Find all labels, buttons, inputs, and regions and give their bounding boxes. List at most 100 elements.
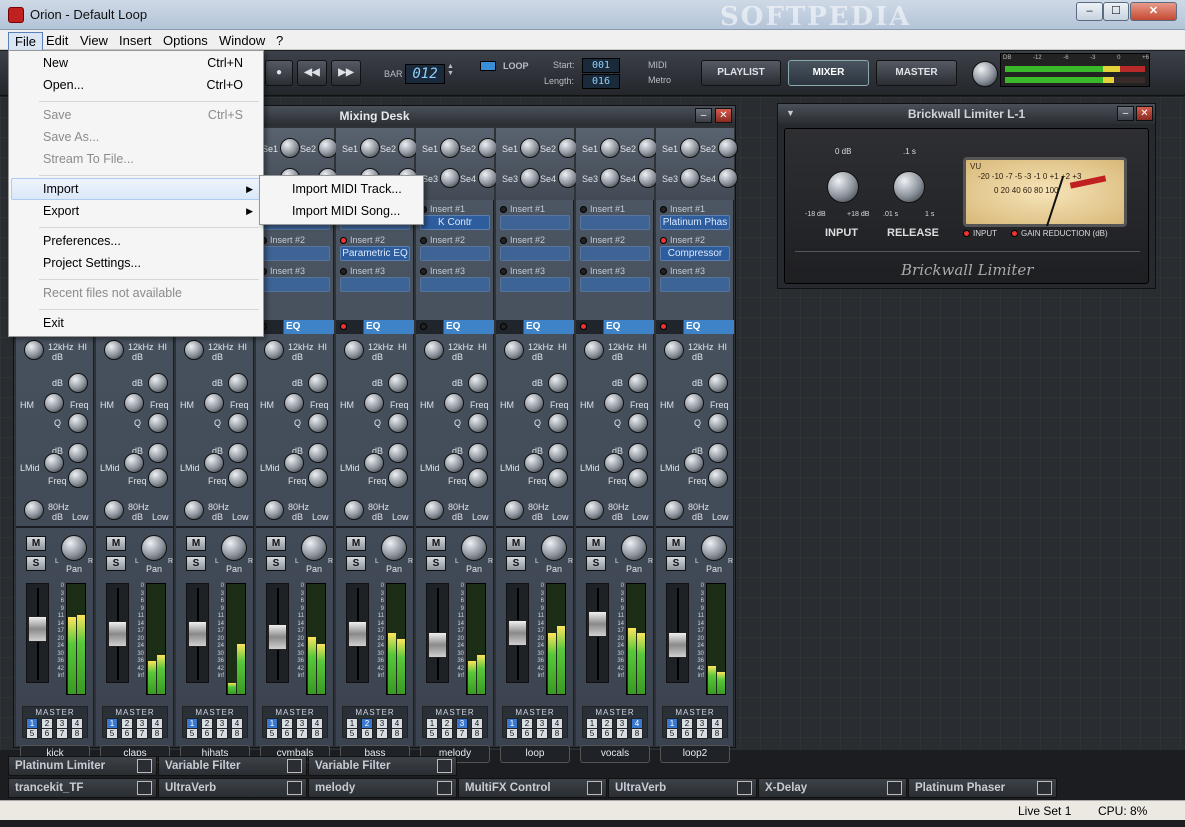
menu-options[interactable]: Options xyxy=(157,32,214,49)
route-button[interactable]: 7 xyxy=(136,728,148,739)
eq-lmid-gain-knob[interactable] xyxy=(388,443,408,463)
solo-button[interactable]: S xyxy=(266,556,286,571)
plugin-tab[interactable]: Variable Filter xyxy=(158,756,307,776)
eq-hm-gain-knob[interactable] xyxy=(148,373,168,393)
eq-hm-q-knob[interactable] xyxy=(148,413,168,433)
fader-cap[interactable] xyxy=(268,624,287,650)
route-button[interactable]: 7 xyxy=(216,728,228,739)
route-button[interactable]: 5 xyxy=(346,728,358,739)
plugin-tab[interactable]: Platinum Limiter xyxy=(8,756,157,776)
eq-lmid-gain-knob[interactable] xyxy=(308,443,328,463)
maximize-button[interactable]: ☐ xyxy=(1103,2,1129,21)
volume-fader[interactable] xyxy=(666,583,689,683)
route-button[interactable]: 6 xyxy=(681,728,693,739)
send-knob[interactable] xyxy=(280,138,300,158)
bar-display[interactable]: 012 xyxy=(405,64,445,84)
solo-button[interactable]: S xyxy=(426,556,446,571)
route-button[interactable]: 7 xyxy=(616,728,628,739)
route-button[interactable]: 8 xyxy=(151,728,163,739)
send-knob[interactable] xyxy=(360,138,380,158)
playlist-button[interactable]: PLAYLIST xyxy=(701,60,781,86)
eq-hm-gain-knob[interactable] xyxy=(708,373,728,393)
eq-hm-gain-knob[interactable] xyxy=(228,373,248,393)
send-knob[interactable] xyxy=(718,168,738,188)
minimize-button[interactable]: – xyxy=(1076,2,1103,21)
route-button[interactable]: 5 xyxy=(266,728,278,739)
eq-lmid-gain-knob[interactable] xyxy=(148,443,168,463)
pan-knob[interactable] xyxy=(61,535,87,561)
solo-button[interactable]: S xyxy=(186,556,206,571)
eq-lmid-q-knob[interactable] xyxy=(388,468,408,488)
eq-lmid-freq-knob[interactable] xyxy=(444,453,464,473)
eq-hm-freq-knob[interactable] xyxy=(444,393,464,413)
eq-lmid-freq-knob[interactable] xyxy=(684,453,704,473)
eq-led-icon[interactable] xyxy=(340,323,347,330)
route-button[interactable]: 7 xyxy=(696,728,708,739)
eq-hm-gain-knob[interactable] xyxy=(388,373,408,393)
restore-window-icon[interactable] xyxy=(1037,781,1052,795)
volume-fader[interactable] xyxy=(426,583,449,683)
eq-lmid-gain-knob[interactable] xyxy=(548,443,568,463)
route-button[interactable]: 6 xyxy=(41,728,53,739)
restore-window-icon[interactable] xyxy=(887,781,902,795)
eq-lmid-freq-knob[interactable] xyxy=(124,453,144,473)
insert-slot[interactable] xyxy=(260,246,330,261)
bar-spinner-icon[interactable]: ▲ ▼ xyxy=(447,63,454,77)
pan-knob[interactable] xyxy=(141,535,167,561)
mute-button[interactable]: M xyxy=(586,536,606,551)
menu-help[interactable]: ? xyxy=(270,32,289,49)
mute-button[interactable]: M xyxy=(26,536,46,551)
menu-item-open[interactable]: Open... xyxy=(43,78,84,92)
send-knob[interactable] xyxy=(478,138,498,158)
midi-label[interactable]: MIDI xyxy=(648,60,667,70)
eq-led-icon[interactable] xyxy=(580,323,587,330)
solo-button[interactable]: S xyxy=(106,556,126,571)
eq-lmid-freq-knob[interactable] xyxy=(284,453,304,473)
volume-fader[interactable] xyxy=(346,583,369,683)
eq-lmid-q-knob[interactable] xyxy=(148,468,168,488)
route-button[interactable]: 6 xyxy=(121,728,133,739)
eq-hm-q-knob[interactable] xyxy=(708,413,728,433)
pan-knob[interactable] xyxy=(461,535,487,561)
eq-hm-freq-knob[interactable] xyxy=(604,393,624,413)
send-knob[interactable] xyxy=(600,138,620,158)
eq-lmid-gain-knob[interactable] xyxy=(68,443,88,463)
send-knob[interactable] xyxy=(600,168,620,188)
send-knob[interactable] xyxy=(398,138,418,158)
eq-hm-gain-knob[interactable] xyxy=(548,373,568,393)
plugin-tab[interactable]: trancekit_TF xyxy=(8,778,157,798)
pan-knob[interactable] xyxy=(381,535,407,561)
eq-hi-knob[interactable] xyxy=(664,340,684,360)
eq-hi-knob[interactable] xyxy=(184,340,204,360)
send-knob[interactable] xyxy=(478,168,498,188)
channel-name[interactable]: vocals xyxy=(580,745,650,763)
route-button[interactable]: 7 xyxy=(296,728,308,739)
send-knob[interactable] xyxy=(558,168,578,188)
mute-button[interactable]: M xyxy=(186,536,206,551)
eq-hm-freq-knob[interactable] xyxy=(284,393,304,413)
route-button[interactable]: 8 xyxy=(71,728,83,739)
mute-button[interactable]: M xyxy=(666,536,686,551)
send-knob[interactable] xyxy=(440,168,460,188)
eq-lmid-q-knob[interactable] xyxy=(628,468,648,488)
eq-lmid-freq-knob[interactable] xyxy=(364,453,384,473)
loop-toggle[interactable] xyxy=(480,61,496,71)
route-button[interactable]: 8 xyxy=(471,728,483,739)
mixer-button[interactable]: MIXER xyxy=(788,60,869,86)
fader-cap[interactable] xyxy=(588,611,607,637)
volume-fader[interactable] xyxy=(26,583,49,683)
fader-cap[interactable] xyxy=(428,632,447,658)
solo-button[interactable]: S xyxy=(506,556,526,571)
volume-fader[interactable] xyxy=(586,583,609,683)
restore-window-icon[interactable] xyxy=(137,781,152,795)
plugin-tab[interactable]: Platinum Phaser xyxy=(908,778,1057,798)
route-button[interactable]: 5 xyxy=(506,728,518,739)
brickwall-menu-icon[interactable]: ▼ xyxy=(786,108,795,118)
volume-fader[interactable] xyxy=(106,583,129,683)
eq-hm-q-knob[interactable] xyxy=(468,413,488,433)
eq-lmid-freq-knob[interactable] xyxy=(204,453,224,473)
eq-led-icon[interactable] xyxy=(660,323,667,330)
menu-item-preferences[interactable]: Preferences... xyxy=(43,234,121,248)
route-button[interactable]: 6 xyxy=(521,728,533,739)
route-button[interactable]: 7 xyxy=(56,728,68,739)
